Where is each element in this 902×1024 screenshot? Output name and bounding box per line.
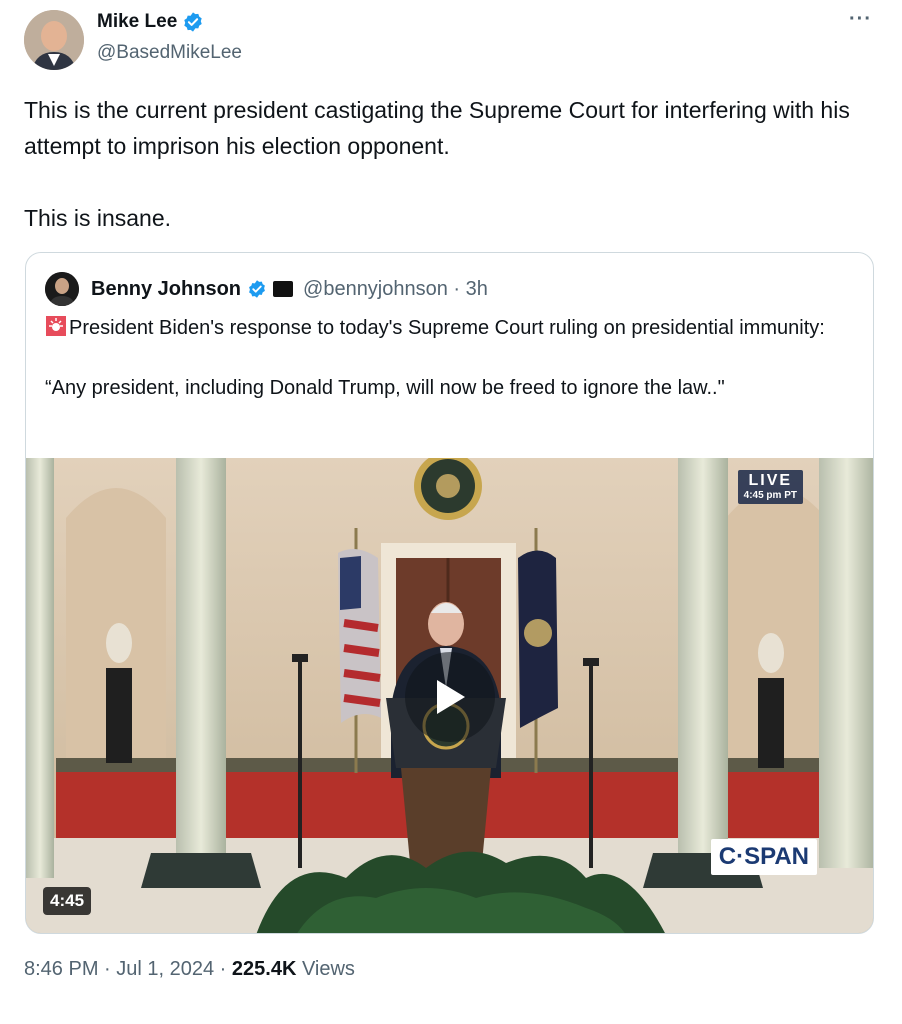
more-options-icon[interactable]: ··· [849,8,872,31]
tweet-meta: 8:46 PM · Jul 1, 2024 · 225.4K Views [24,958,355,981]
quote-text-line2: “Any president, including Donald Trump, … [45,377,725,399]
quote-text: President Biden's response to today's Su… [45,313,860,403]
author-name-text[interactable]: Mike Lee [97,11,177,33]
tweet-paragraph: This is the current president castigatin… [24,97,850,159]
play-icon [437,680,465,714]
live-time: 4:45 pm PT [743,490,797,501]
live-badge: LIVE 4:45 pm PT [737,470,803,504]
play-button[interactable] [405,652,495,742]
author-name[interactable]: Mike Lee [97,11,204,33]
quote-author-name: Benny Johnson [91,277,242,300]
tweet-text: This is the current president castigatin… [24,92,874,236]
video-player[interactable]: LIVE 4:45 pm PT C·SPAN 4:45 [26,458,873,933]
quote-handle-time: @bennyjohnson · 3h [303,277,488,300]
quote-text-line: President Biden's response to today's Su… [45,313,860,343]
network-logo: C·SPAN [710,839,817,875]
verified-badge-icon [184,12,202,32]
views-count: 225.4K [231,958,297,980]
siren-emoji-icon [46,316,66,336]
live-label: LIVE [748,472,793,489]
video-duration: 4:45 [43,887,92,915]
verified-badge-icon [249,280,265,298]
quoted-tweet[interactable]: Benny Johnson @bennyjohnson · 3h Preside… [25,252,874,934]
affiliation-badge-icon [273,281,294,297]
tweet-paragraph: This is insane. [24,205,172,231]
quote-avatar [45,272,79,306]
views-label: Views [296,958,355,980]
author-handle[interactable]: @BasedMikeLee [97,42,242,64]
author-avatar[interactable] [24,10,84,70]
tweet-timestamp[interactable]: 8:46 PM · Jul 1, 2024 · [24,958,232,980]
quote-text-line1: President Biden's response to today's Su… [69,317,825,339]
quote-header: Benny Johnson @bennyjohnson · 3h [45,272,488,306]
